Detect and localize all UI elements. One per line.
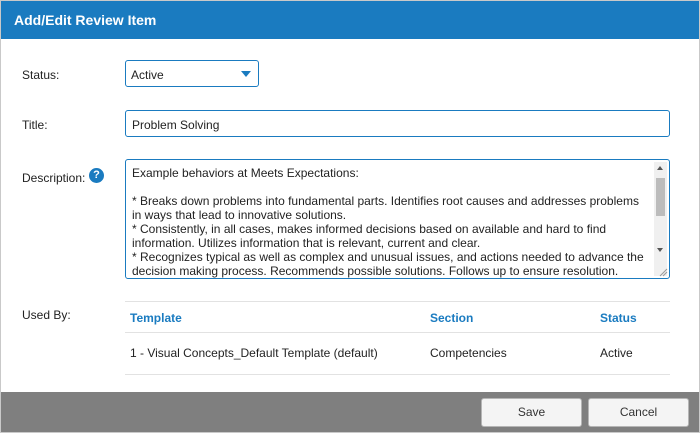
chevron-down-icon (241, 71, 251, 77)
title-input[interactable]: Problem Solving (125, 110, 670, 137)
cell-section: Competencies (430, 346, 507, 360)
dialog-footer: Save Cancel (1, 392, 699, 432)
scroll-up-arrow-icon[interactable] (657, 166, 663, 170)
resize-handle-icon[interactable] (658, 267, 668, 277)
table-header: Template Section Status (125, 302, 670, 333)
description-label: Description: (22, 171, 86, 185)
status-selected-value: Active (131, 68, 164, 82)
used-by-label: Used By: (22, 308, 71, 322)
scroll-thumb[interactable] (656, 178, 665, 216)
column-header-template[interactable]: Template (130, 311, 182, 325)
cell-status: Active (600, 346, 633, 360)
scroll-down-arrow-icon[interactable] (657, 248, 663, 252)
dialog-title: Add/Edit Review Item (1, 1, 699, 39)
help-icon[interactable]: ? (89, 168, 104, 183)
cell-template: 1 - Visual Concepts_Default Template (de… (130, 346, 378, 360)
status-dropdown[interactable]: Active (125, 60, 259, 87)
column-header-status[interactable]: Status (600, 311, 637, 325)
review-item-dialog: Add/Edit Review Item Status: Active Titl… (0, 0, 700, 433)
used-by-table: Template Section Status 1 - Visual Conce… (125, 301, 670, 375)
description-text: Example behaviors at Meets Expectations:… (132, 166, 644, 278)
cancel-button[interactable]: Cancel (588, 398, 689, 427)
table-row[interactable]: 1 - Visual Concepts_Default Template (de… (125, 333, 670, 373)
description-scrollbar[interactable] (654, 162, 667, 276)
title-label: Title: (22, 118, 48, 132)
save-button[interactable]: Save (481, 398, 582, 427)
status-label: Status: (22, 68, 60, 82)
column-header-section[interactable]: Section (430, 311, 473, 325)
description-textarea[interactable]: Example behaviors at Meets Expectations:… (125, 159, 670, 279)
